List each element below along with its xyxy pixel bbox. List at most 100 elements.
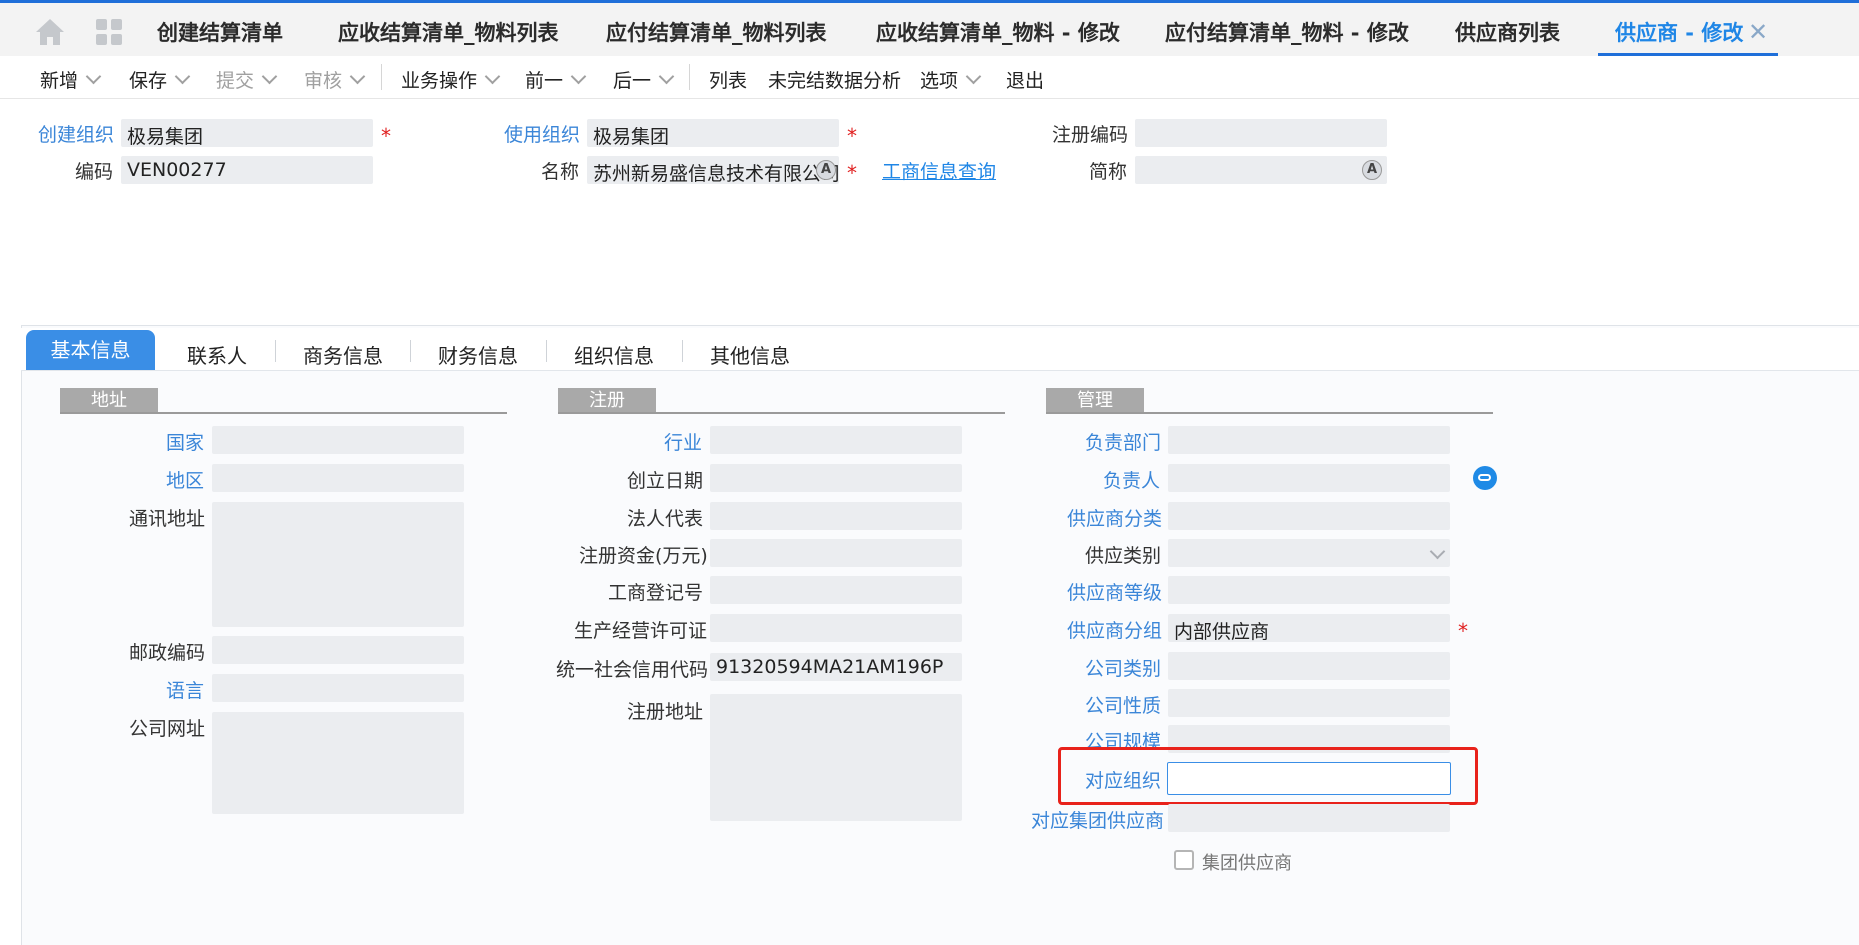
section-address-title: 地址 bbox=[60, 388, 158, 413]
mail-address-textarea[interactable] bbox=[212, 502, 464, 627]
unfinished-analysis-button[interactable]: 未完结数据分析 bbox=[768, 66, 901, 93]
create-org-label[interactable]: 创建组织 bbox=[38, 120, 114, 147]
tab-ar-settlement-edit[interactable]: 应收结算清单_物料 - 修改 bbox=[876, 17, 1120, 47]
postcode-field[interactable] bbox=[212, 636, 464, 664]
tab-org-info[interactable]: 组织信息 bbox=[574, 340, 654, 369]
dept-field[interactable] bbox=[1168, 426, 1450, 454]
required-mark: * bbox=[847, 161, 857, 185]
create-org-field[interactable]: 极易集团 bbox=[121, 119, 373, 147]
audit-button[interactable]: 审核 bbox=[304, 66, 366, 93]
chevron-down-icon[interactable] bbox=[85, 68, 102, 85]
supplier-category-label[interactable]: 供应商分类 bbox=[1067, 504, 1162, 531]
registered-capital-label: 注册资金(万元) bbox=[579, 545, 708, 567]
tab-ap-settlement-edit[interactable]: 应付结算清单_物料 - 修改 bbox=[1165, 17, 1409, 47]
save-button[interactable]: 保存 bbox=[129, 66, 191, 93]
use-org-field[interactable]: 极易集团 bbox=[587, 119, 839, 147]
prev-button[interactable]: 前一 bbox=[525, 66, 587, 93]
chevron-down-icon[interactable] bbox=[965, 68, 982, 85]
code-field[interactable]: VEN00277 bbox=[121, 156, 373, 184]
options-label: 选项 bbox=[920, 70, 959, 92]
registered-capital-field[interactable] bbox=[710, 539, 962, 567]
options-button[interactable]: 选项 bbox=[920, 66, 982, 93]
company-nature-field[interactable] bbox=[1168, 689, 1450, 717]
supply-type-select[interactable] bbox=[1168, 539, 1450, 567]
industry-field[interactable] bbox=[710, 426, 962, 454]
supplier-grade-label[interactable]: 供应商等级 bbox=[1067, 578, 1162, 605]
business-ops-button[interactable]: 业务操作 bbox=[401, 66, 501, 93]
submit-button[interactable]: 提交 bbox=[216, 66, 278, 93]
dept-label[interactable]: 负责部门 bbox=[1085, 428, 1161, 455]
short-name-field[interactable] bbox=[1135, 156, 1387, 184]
tab-create-settlement[interactable]: 创建结算清单 bbox=[157, 17, 283, 47]
close-icon[interactable]: ✕ bbox=[1748, 18, 1768, 46]
chevron-down-icon[interactable] bbox=[174, 68, 191, 85]
tab-finance-info[interactable]: 财务信息 bbox=[438, 340, 518, 369]
chevron-down-icon[interactable] bbox=[570, 68, 587, 85]
business-info-query-link[interactable]: 工商信息查询 bbox=[882, 157, 996, 184]
detail-tab-bar: 基本信息 联系人 商务信息 财务信息 组织信息 其他信息 bbox=[21, 328, 1859, 371]
founded-date-field[interactable] bbox=[710, 464, 962, 492]
group-supplier-ref-field[interactable] bbox=[1168, 804, 1450, 832]
biz-reg-no-field[interactable] bbox=[710, 576, 962, 604]
supplier-group-label[interactable]: 供应商分组 bbox=[1067, 616, 1162, 643]
corresponding-org-label[interactable]: 对应组织 bbox=[1085, 766, 1161, 793]
chevron-down-icon[interactable] bbox=[658, 68, 675, 85]
country-label[interactable]: 国家 bbox=[166, 428, 204, 455]
next-button[interactable]: 后一 bbox=[613, 66, 675, 93]
supplier-grade-field[interactable] bbox=[1168, 576, 1450, 604]
home-icon[interactable] bbox=[34, 17, 66, 47]
group-supplier-ref-label[interactable]: 对应集团供应商 bbox=[1031, 806, 1164, 833]
website-textarea[interactable] bbox=[212, 712, 464, 814]
corresponding-org-input[interactable] bbox=[1167, 762, 1451, 795]
country-field[interactable] bbox=[212, 426, 464, 454]
new-label: 新增 bbox=[40, 70, 79, 92]
multilanguage-icon[interactable]: A bbox=[816, 160, 836, 180]
tab-contacts[interactable]: 联系人 bbox=[187, 340, 247, 369]
owner-label[interactable]: 负责人 bbox=[1103, 466, 1160, 493]
chevron-down-icon[interactable] bbox=[261, 68, 278, 85]
chevron-down-icon[interactable] bbox=[484, 68, 501, 85]
use-org-label[interactable]: 使用组织 bbox=[504, 120, 580, 147]
language-label[interactable]: 语言 bbox=[166, 676, 204, 703]
tab-other-info[interactable]: 其他信息 bbox=[710, 340, 790, 369]
region-field[interactable] bbox=[212, 464, 464, 492]
multilanguage-icon[interactable]: A bbox=[1362, 160, 1382, 180]
new-button[interactable]: 新增 bbox=[40, 66, 102, 93]
chevron-down-icon[interactable] bbox=[349, 68, 366, 85]
cloud-icon[interactable] bbox=[1473, 466, 1497, 490]
tab-bar: 创建结算清单 应收结算清单_物料列表 应付结算清单_物料列表 应收结算清单_物料… bbox=[0, 0, 1859, 57]
region-label[interactable]: 地区 bbox=[166, 466, 204, 493]
license-field[interactable] bbox=[710, 614, 962, 642]
founded-date-label: 创立日期 bbox=[627, 470, 704, 492]
credit-code-field[interactable]: 91320594MA21AM196P bbox=[710, 653, 962, 681]
tab-supplier-edit[interactable]: 供应商 - 修改 bbox=[1615, 17, 1743, 47]
supplier-category-field[interactable] bbox=[1168, 502, 1450, 530]
tab-basic-info[interactable]: 基本信息 bbox=[26, 330, 155, 370]
tab-supplier-list[interactable]: 供应商列表 bbox=[1455, 17, 1560, 47]
tab-business-info[interactable]: 商务信息 bbox=[303, 340, 383, 369]
required-mark: * bbox=[847, 124, 857, 148]
company-type-label[interactable]: 公司类别 bbox=[1085, 654, 1161, 681]
supplier-group-field[interactable]: 内部供应商 bbox=[1168, 614, 1450, 642]
company-type-field[interactable] bbox=[1168, 652, 1450, 680]
toolbar-divider bbox=[381, 64, 382, 90]
legal-rep-label: 法人代表 bbox=[627, 508, 704, 530]
tab-ap-settlement-list[interactable]: 应付结算清单_物料列表 bbox=[606, 17, 827, 47]
company-nature-label[interactable]: 公司性质 bbox=[1085, 691, 1161, 718]
apps-grid-icon[interactable] bbox=[96, 19, 124, 47]
tab-ar-settlement-list[interactable]: 应收结算清单_物料列表 bbox=[338, 17, 559, 47]
industry-label[interactable]: 行业 bbox=[664, 428, 702, 455]
legal-rep-field[interactable] bbox=[710, 502, 962, 530]
group-supplier-checkbox[interactable] bbox=[1174, 850, 1194, 870]
name-label: 名称 bbox=[541, 161, 580, 183]
exit-button[interactable]: 退出 bbox=[1006, 66, 1044, 93]
owner-field[interactable] bbox=[1168, 464, 1450, 492]
name-field[interactable]: 苏州新易盛信息技术有限公司 bbox=[587, 156, 839, 184]
reg-address-textarea[interactable] bbox=[710, 694, 962, 821]
audit-label: 审核 bbox=[304, 70, 343, 92]
list-button[interactable]: 列表 bbox=[709, 66, 747, 93]
reg-code-field[interactable] bbox=[1135, 119, 1387, 147]
required-mark: * bbox=[1458, 619, 1468, 643]
section-divider bbox=[558, 412, 1005, 414]
language-field[interactable] bbox=[212, 674, 464, 702]
